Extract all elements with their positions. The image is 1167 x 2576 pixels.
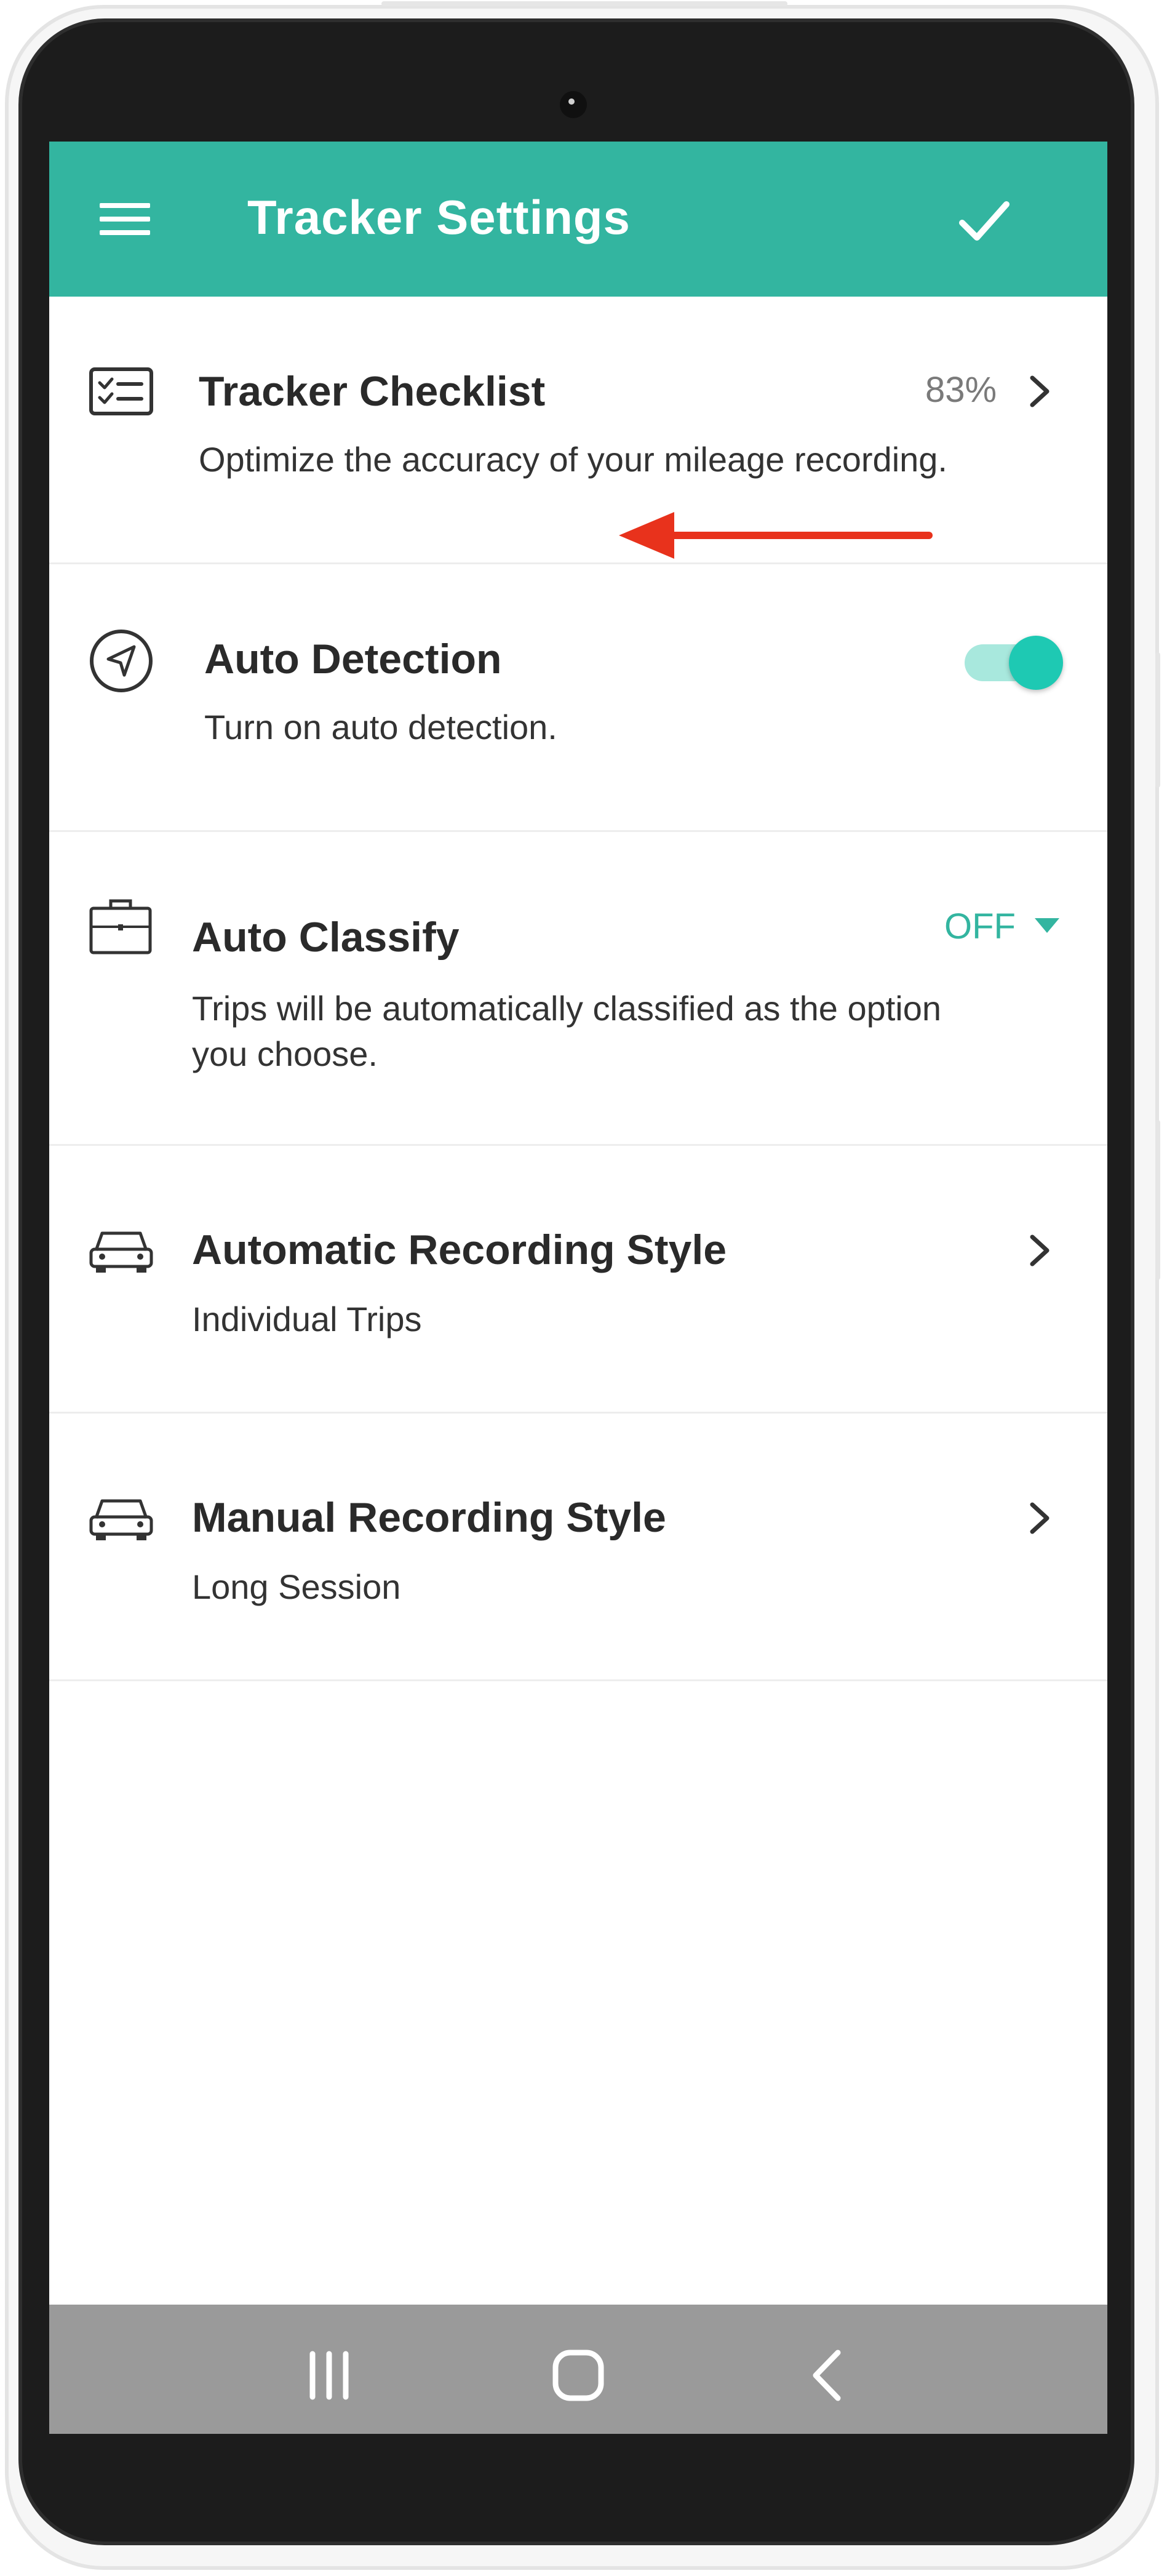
setting-subtitle-line-2: you choose.: [192, 1034, 378, 1073]
setting-title: Manual Recording Style: [192, 1494, 666, 1541]
setting-subtitle: Long Session: [192, 1567, 401, 1606]
car-icon: [89, 1499, 153, 1540]
setting-title: Auto Detection: [204, 636, 502, 682]
recent-apps-icon[interactable]: [301, 2348, 357, 2403]
chevron-right-icon[interactable]: [1021, 1232, 1058, 1269]
compass-navigation-icon: [90, 630, 153, 692]
chevron-right-icon[interactable]: [1021, 1500, 1058, 1537]
home-icon[interactable]: [551, 2348, 606, 2403]
setting-title: Auto Classify: [192, 914, 460, 961]
setting-manual-recording-style[interactable]: Manual Recording Style Long Session: [49, 1414, 1107, 1681]
setting-title: Tracker Checklist: [199, 368, 546, 415]
auto-classify-value[interactable]: OFF: [944, 906, 1016, 947]
setting-auto-classify[interactable]: Auto Classify Trips will be automaticall…: [49, 832, 1107, 1146]
dropdown-arrow-icon[interactable]: [1034, 917, 1061, 934]
app-bar: Tracker Settings: [49, 142, 1107, 297]
front-camera: [560, 91, 587, 118]
top-edge: [381, 1, 787, 6]
briefcase-icon: [89, 899, 152, 954]
annotation-arrow: [619, 512, 933, 559]
setting-subtitle: Turn on auto detection.: [204, 708, 557, 746]
volume-button: [1155, 652, 1160, 788]
setting-auto-detection[interactable]: Auto Detection Turn on auto detection.: [49, 564, 1107, 832]
app-screen: Tracker Settings Tracker Checklist Optim…: [49, 142, 1107, 2434]
hamburger-menu-icon[interactable]: [100, 203, 150, 235]
checkmark-icon[interactable]: [954, 191, 1015, 252]
setting-subtitle: Optimize the accuracy of your mileage re…: [199, 440, 947, 479]
setting-automatic-recording-style[interactable]: Automatic Recording Style Individual Tri…: [49, 1146, 1107, 1414]
checklist-icon: [89, 367, 153, 415]
setting-title: Automatic Recording Style: [192, 1226, 727, 1273]
setting-subtitle: Individual Trips: [192, 1300, 422, 1338]
back-icon[interactable]: [800, 2348, 855, 2403]
page-title: Tracker Settings: [247, 190, 631, 244]
car-icon: [89, 1231, 153, 1273]
chevron-right-icon[interactable]: [1021, 373, 1058, 410]
power-button: [1155, 1120, 1160, 1280]
auto-detection-toggle-knob[interactable]: [1009, 636, 1063, 690]
setting-tracker-checklist[interactable]: Tracker Checklist Optimize the accuracy …: [49, 297, 1107, 564]
checklist-progress-value: 83%: [925, 370, 997, 410]
setting-subtitle-line-1: Trips will be automatically classified a…: [192, 989, 942, 1028]
system-navigation-bar: [49, 2305, 1107, 2434]
